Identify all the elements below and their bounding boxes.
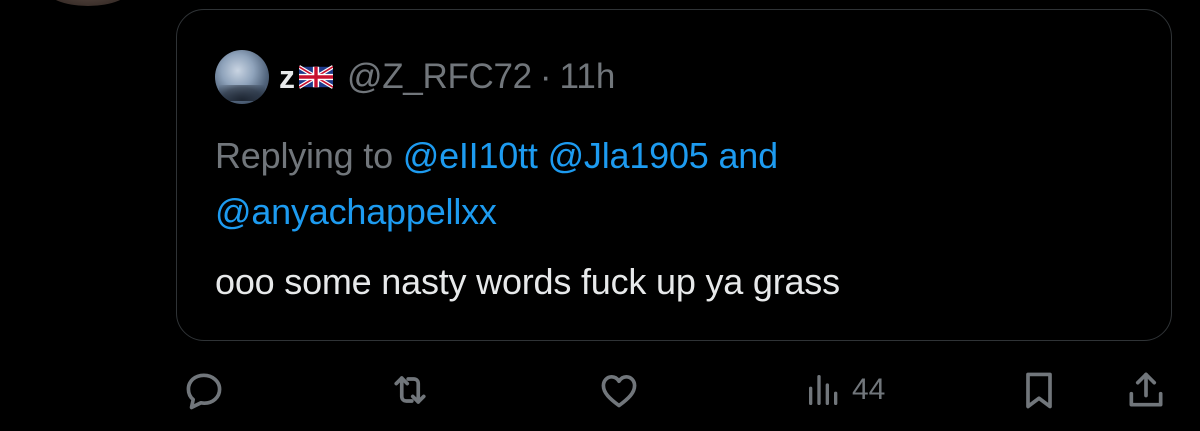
like-button[interactable] [597,360,641,420]
uk-flag-icon [299,65,333,89]
avatar[interactable] [215,50,269,104]
replying-to-label: Replying to [215,135,393,176]
bookmark-button[interactable] [1017,360,1061,420]
handle[interactable]: @Z_RFC72 [347,57,532,97]
display-name-group[interactable]: z [279,59,333,96]
tweet-text: ooo some nasty words fuck up ya grass [215,261,840,302]
views-icon [809,375,838,405]
author-row: z @Z_RFC72 · 11h [215,50,615,104]
views-count: 44 [852,373,886,406]
heart-icon [601,374,637,408]
share-icon [1129,372,1163,407]
timestamp[interactable]: 11h [560,57,616,97]
retweet-button[interactable] [388,360,432,420]
and-others-label[interactable]: and [718,135,778,176]
display-name[interactable]: z [279,59,295,96]
reply-icon [186,373,222,410]
action-bar: 44 [0,360,1200,420]
quoted-tweet-card[interactable]: z @Z_RFC72 · 11h Replying to @eII10tt @J… [176,9,1172,341]
reply-button[interactable] [182,360,226,420]
views-button[interactable]: 44 [804,360,885,420]
replying-to-line: Replying to @eII10tt @Jla1905 and @anyac… [215,128,1035,240]
share-button[interactable] [1124,360,1168,420]
parent-avatar[interactable] [45,0,131,6]
bookmark-icon [1026,372,1052,409]
separator-dot: · [539,57,552,96]
mention-link[interactable]: @anyachappellxx [215,191,497,232]
retweet-icon [394,376,426,404]
mention-link[interactable]: @Jla1905 [548,135,709,176]
mention-link[interactable]: @eII10tt [403,135,538,176]
